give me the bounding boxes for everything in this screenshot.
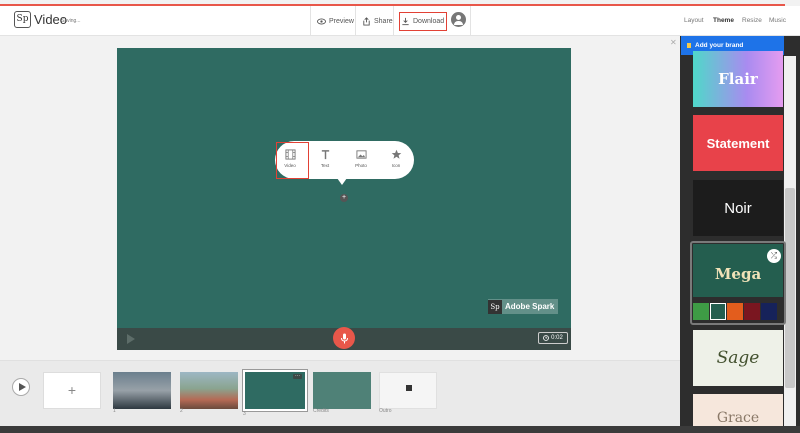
share-button[interactable]: Share <box>362 6 393 36</box>
add-slide-button[interactable]: + <box>43 372 101 409</box>
theme-flair[interactable]: Flair <box>693 51 783 107</box>
watermark-logo: Sp <box>488 299 502 314</box>
theme-sage[interactable]: Sage <box>693 330 783 386</box>
color-swatch[interactable] <box>727 303 743 320</box>
theme-statement[interactable]: Statement <box>693 115 783 171</box>
shuffle-icon[interactable]: ⤮ <box>767 249 781 263</box>
eye-icon <box>317 18 326 24</box>
download-highlight-box <box>399 12 447 31</box>
record-voice-button[interactable] <box>333 327 355 349</box>
slide-thumbnail-3-selected[interactable]: ··· <box>242 369 308 412</box>
app-window: Sp Video Saving... Preview Share Downloa… <box>0 0 800 433</box>
play-icon[interactable] <box>127 334 135 344</box>
bottom-strip <box>0 426 800 433</box>
top-bar: Sp Video Saving... Preview Share Downloa… <box>0 6 800 36</box>
share-icon <box>363 16 370 26</box>
tab-theme[interactable]: Theme <box>713 17 734 24</box>
credits-thumbnail[interactable] <box>313 372 371 409</box>
slide-number: 3 <box>243 411 246 417</box>
duration-label: 0:02 <box>551 335 563 341</box>
video-option-highlight-box <box>276 142 309 179</box>
more-options-icon[interactable]: ··· <box>293 374 302 379</box>
save-status: Saving... <box>61 18 81 24</box>
add-brand-label: Add your brand <box>695 42 744 49</box>
play-all-button[interactable] <box>12 378 30 396</box>
color-swatch-selected[interactable] <box>710 303 726 320</box>
collapse-icon[interactable]: ✕ <box>670 38 677 47</box>
spark-logo-icon <box>406 385 412 391</box>
insert-photo-option[interactable]: Photo <box>346 149 376 168</box>
slide-duration-button[interactable]: 0:02 <box>538 332 568 344</box>
slide-thumbnail-2[interactable] <box>180 372 238 409</box>
color-swatch[interactable] <box>693 303 709 320</box>
insert-icon-option[interactable]: Icon <box>381 149 411 168</box>
share-label: Share <box>374 17 393 25</box>
mega-color-swatches <box>693 303 777 320</box>
insert-photo-label: Photo <box>355 163 367 168</box>
tab-resize[interactable]: Resize <box>742 17 762 24</box>
outro-thumbnail[interactable] <box>379 372 437 409</box>
divider <box>470 6 471 36</box>
adobe-spark-watermark: Sp Adobe Spark <box>488 299 559 314</box>
color-swatch[interactable] <box>761 303 777 320</box>
slide-number: 2 <box>180 408 183 414</box>
insert-text-label: Text <box>320 163 330 168</box>
color-swatch[interactable] <box>744 303 760 320</box>
watermark-text: Adobe Spark <box>505 302 555 311</box>
add-content-icon[interactable]: + <box>340 194 348 202</box>
preview-button[interactable]: Preview <box>317 6 354 36</box>
divider <box>355 6 356 36</box>
scrollbar-thumb[interactable] <box>785 188 795 388</box>
clock-icon <box>543 335 550 341</box>
slide-number: 1 <box>113 408 116 414</box>
slide-thumbnail-1[interactable] <box>113 372 171 409</box>
tab-music[interactable]: Music <box>769 17 786 24</box>
theme-noir[interactable]: Noir <box>693 180 783 236</box>
preview-label: Preview <box>329 17 354 25</box>
spark-logo[interactable]: Sp <box>14 11 31 28</box>
text-icon <box>321 150 329 160</box>
popup-pointer <box>337 178 347 185</box>
tab-layout[interactable]: Layout <box>684 17 704 24</box>
star-icon <box>391 149 401 159</box>
crown-icon <box>687 43 691 48</box>
divider <box>310 6 311 36</box>
outro-label: Outro <box>379 408 392 414</box>
avatar[interactable] <box>451 12 466 27</box>
image-icon <box>355 150 367 159</box>
insert-icon-label: Icon <box>391 163 401 168</box>
credits-label: Credits <box>313 408 329 414</box>
theme-grace[interactable]: Grace <box>693 394 783 426</box>
divider <box>393 6 394 36</box>
microphone-icon <box>340 333 348 343</box>
insert-text-option[interactable]: Text <box>310 149 340 168</box>
